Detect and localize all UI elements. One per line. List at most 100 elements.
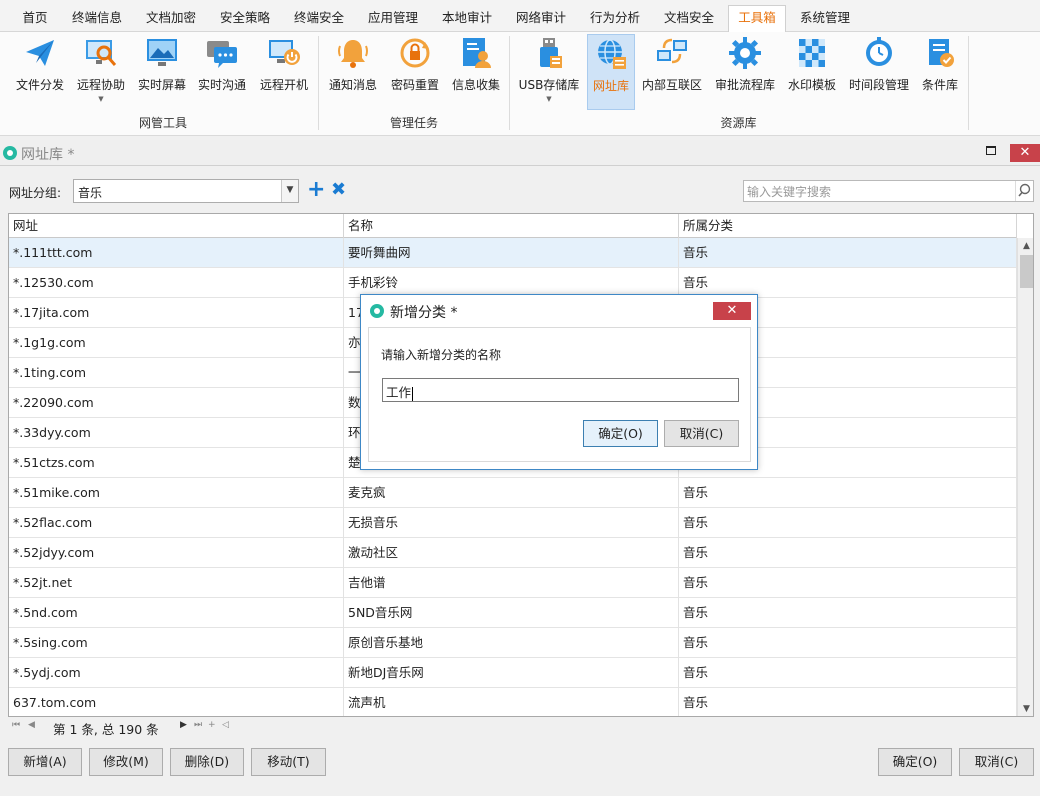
menu-bar: 首页 终端信息 文档加密 安全策略 终端安全 应用管理 本地审计 网络审计 行为… bbox=[0, 0, 1040, 33]
prev-page-icon[interactable]: ◀ bbox=[28, 720, 35, 730]
app-root: 首页 终端信息 文档加密 安全策略 终端安全 应用管理 本地审计 网络审计 行为… bbox=[0, 0, 1040, 796]
ribbon-label: 条件库 bbox=[921, 78, 958, 92]
cell-url: *.52flac.com bbox=[9, 508, 344, 538]
delete-group-icon[interactable]: ✖ bbox=[331, 181, 346, 199]
table-row[interactable]: *.51mike.com 麦克疯 音乐 bbox=[9, 478, 1017, 508]
key-reset-icon bbox=[398, 36, 432, 70]
cancel-button[interactable]: 取消(C) bbox=[959, 748, 1034, 776]
ribbon-info-collection[interactable]: 信息收集 bbox=[448, 34, 504, 110]
ribbon-watermark-template[interactable]: 水印模板 bbox=[784, 34, 840, 110]
tab-behavior-analysis[interactable]: 行为分析 bbox=[580, 6, 650, 32]
document-check-icon bbox=[923, 36, 957, 70]
cell-name: 吉他谱 bbox=[344, 568, 679, 598]
cell-url: *.1ting.com bbox=[9, 358, 344, 388]
new-category-dialog: 新增分类 * ✕ 请输入新增分类的名称 工作 确定(O) 取消(C) bbox=[360, 294, 758, 470]
cell-name: 无损音乐 bbox=[344, 508, 679, 538]
chevron-down-icon[interactable]: ▼ bbox=[281, 180, 298, 202]
scroll-left-icon[interactable]: ◁ bbox=[222, 720, 229, 730]
app-logo-icon bbox=[370, 304, 384, 318]
ok-button[interactable]: 确定(O) bbox=[878, 748, 952, 776]
ribbon-label: 通知消息 bbox=[328, 78, 377, 92]
close-button[interactable]: ✕ bbox=[1010, 144, 1040, 162]
tab-security-policy[interactable]: 安全策略 bbox=[210, 6, 280, 32]
group-select[interactable]: 音乐 ▼ bbox=[73, 179, 299, 203]
scroll-thumb[interactable] bbox=[1020, 255, 1033, 288]
table-row[interactable]: *.52flac.com 无损音乐 音乐 bbox=[9, 508, 1017, 538]
bell-icon bbox=[336, 36, 370, 70]
cell-category: 音乐 bbox=[679, 508, 1017, 538]
monitor-magnifier-icon bbox=[84, 36, 118, 70]
scroll-down-icon[interactable]: ▼ bbox=[1018, 701, 1033, 716]
cell-url: *.5nd.com bbox=[9, 598, 344, 628]
ribbon-intranet-zone[interactable]: 内部互联区 bbox=[639, 34, 705, 110]
tab-doc-security[interactable]: 文档安全 bbox=[654, 6, 724, 32]
category-name-value: 工作 bbox=[386, 382, 414, 401]
ribbon-file-distribution[interactable]: 文件分发 bbox=[12, 34, 68, 110]
ribbon-label: 信息收集 bbox=[451, 78, 500, 92]
add-button[interactable]: 新增(A) bbox=[8, 748, 82, 776]
cell-category: 音乐 bbox=[679, 238, 1017, 268]
ribbon-approval-flow[interactable]: 审批流程库 bbox=[710, 34, 780, 110]
tab-home[interactable]: 首页 bbox=[12, 6, 58, 32]
table-row[interactable]: *.5sing.com 原创音乐基地 音乐 bbox=[9, 628, 1017, 658]
cell-name: 麦克疯 bbox=[344, 478, 679, 508]
cell-category: 音乐 bbox=[679, 628, 1017, 658]
move-button[interactable]: 移动(T) bbox=[251, 748, 326, 776]
category-name-input[interactable]: 工作 bbox=[382, 378, 739, 402]
add-record-icon[interactable]: + bbox=[208, 720, 216, 730]
search-input[interactable] bbox=[747, 183, 1013, 200]
column-header-name[interactable]: 名称 bbox=[344, 214, 679, 238]
ribbon-time-period[interactable]: 时间段管理 bbox=[844, 34, 914, 110]
gear-icon bbox=[728, 36, 762, 70]
dialog-ok-button[interactable]: 确定(O) bbox=[583, 420, 658, 447]
scroll-up-icon[interactable]: ▲ bbox=[1018, 238, 1033, 255]
add-group-icon[interactable]: + bbox=[307, 179, 325, 201]
ribbon-condition-library[interactable]: 条件库 bbox=[918, 34, 962, 110]
dialog-body: 请输入新增分类的名称 工作 确定(O) 取消(C) bbox=[368, 327, 751, 462]
tab-network-audit[interactable]: 网络审计 bbox=[506, 6, 576, 32]
first-page-icon[interactable]: ⏮ bbox=[12, 720, 20, 730]
tab-terminal-security[interactable]: 终端安全 bbox=[284, 6, 354, 32]
dialog-titlebar: 新增分类 * ✕ bbox=[361, 295, 757, 325]
table-row[interactable]: *.52jt.net 吉他谱 音乐 bbox=[9, 568, 1017, 598]
ribbon-password-reset[interactable]: 密码重置 bbox=[386, 34, 444, 110]
edit-button[interactable]: 修改(M) bbox=[89, 748, 163, 776]
table-row[interactable]: *.5nd.com 5ND音乐网 音乐 bbox=[9, 598, 1017, 628]
column-header-category[interactable]: 所属分类 bbox=[679, 214, 1017, 238]
table-row[interactable]: 637.tom.com 流声机 音乐 bbox=[9, 688, 1017, 716]
table-row[interactable]: *.111ttt.com 要听舞曲网 音乐 bbox=[9, 238, 1017, 268]
ribbon-label: 远程协助 bbox=[76, 78, 125, 92]
chat-bubble-icon bbox=[205, 36, 239, 70]
ribbon-notify-message[interactable]: 通知消息 bbox=[324, 34, 382, 110]
delete-button[interactable]: 删除(D) bbox=[170, 748, 244, 776]
dialog-close-button[interactable]: ✕ bbox=[713, 302, 751, 320]
dialog-cancel-button[interactable]: 取消(C) bbox=[664, 420, 739, 447]
cell-url: *.17jita.com bbox=[9, 298, 344, 328]
cell-url: *.52jdyy.com bbox=[9, 538, 344, 568]
ribbon-usb-storage[interactable]: USB存储库 ▼ bbox=[515, 34, 583, 110]
ribbon-realtime-chat[interactable]: 实时沟通 bbox=[194, 34, 250, 110]
tab-terminal-info[interactable]: 终端信息 bbox=[62, 6, 132, 32]
maximize-icon[interactable] bbox=[986, 146, 996, 155]
cell-url: *.51mike.com bbox=[9, 478, 344, 508]
vertical-scrollbar[interactable]: ▲ ▼ bbox=[1017, 238, 1033, 716]
cell-name: 激动社区 bbox=[344, 538, 679, 568]
ribbon-realtime-screen[interactable]: 实时屏幕 bbox=[134, 34, 190, 110]
next-page-icon[interactable]: ▶ bbox=[180, 720, 187, 730]
ribbon-label: 内部互联区 bbox=[641, 78, 702, 92]
last-page-icon[interactable]: ⏭ bbox=[194, 720, 202, 730]
search-icon[interactable] bbox=[1015, 181, 1033, 201]
table-row[interactable]: *.5ydj.com 新地DJ音乐网 音乐 bbox=[9, 658, 1017, 688]
table-row[interactable]: *.52jdyy.com 激动社区 音乐 bbox=[9, 538, 1017, 568]
tab-toolbox[interactable]: 工具箱 bbox=[728, 5, 786, 33]
column-header-url[interactable]: 网址 bbox=[9, 214, 344, 238]
ribbon-remote-assist[interactable]: 远程协助 ▼ bbox=[72, 34, 130, 110]
tab-doc-encryption[interactable]: 文档加密 bbox=[136, 6, 206, 32]
ribbon-remote-boot[interactable]: 远程开机 bbox=[254, 34, 314, 110]
network-computers-icon bbox=[655, 36, 689, 70]
ribbon-label: 实时屏幕 bbox=[137, 78, 186, 92]
ribbon-url-library[interactable]: 网址库 bbox=[587, 34, 635, 110]
tab-system-management[interactable]: 系统管理 bbox=[790, 6, 860, 32]
tab-local-audit[interactable]: 本地审计 bbox=[432, 6, 502, 32]
tab-app-management[interactable]: 应用管理 bbox=[358, 6, 428, 32]
